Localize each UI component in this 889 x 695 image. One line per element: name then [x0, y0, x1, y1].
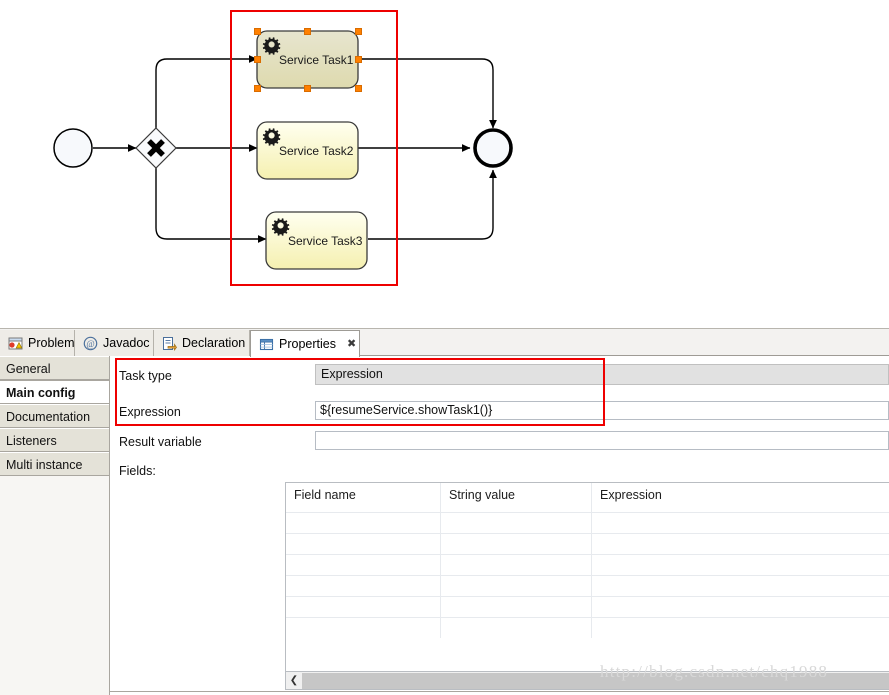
- tab-properties-label: Properties: [279, 337, 336, 351]
- cell-string-value[interactable]: [441, 576, 592, 596]
- result-variable-label: Result variable: [119, 435, 202, 449]
- bpmn-diagram-canvas[interactable]: Service Task1 Service Task2 Service Task…: [0, 0, 889, 325]
- table-row[interactable]: [286, 533, 889, 554]
- task-type-label: Task type: [119, 369, 172, 383]
- end-event-node: [473, 128, 513, 168]
- tab-declaration-label: Declaration: [182, 336, 246, 350]
- table-row[interactable]: [286, 575, 889, 596]
- cell-expression[interactable]: [592, 534, 889, 554]
- sidebar-item-main-config-label: Main config: [6, 386, 76, 400]
- tab-javadoc[interactable]: @ Javadoc: [75, 330, 154, 356]
- sequence-flow-task3-to-end: [368, 169, 497, 240]
- selection-handle-s[interactable]: [304, 85, 311, 92]
- tab-declaration[interactable]: Declaration: [154, 330, 250, 356]
- selection-handle-sw[interactable]: [254, 85, 261, 92]
- sequence-flow-gateway-to-task3: [155, 168, 267, 243]
- cell-string-value[interactable]: [441, 534, 592, 554]
- task-type-combo[interactable]: Expression: [315, 364, 889, 385]
- sidebar-item-documentation-label: Documentation: [6, 410, 91, 424]
- service-task-2-node: [256, 121, 359, 180]
- application-window: Service Task1 Service Task2 Service Task…: [0, 0, 889, 695]
- cell-field-name[interactable]: [286, 576, 441, 596]
- expression-label: Expression: [119, 405, 181, 419]
- panel-bottom-divider: [110, 691, 889, 692]
- cell-expression[interactable]: [592, 597, 889, 617]
- cell-string-value[interactable]: [441, 513, 592, 533]
- cell-expression[interactable]: [592, 513, 889, 533]
- problems-icon: [8, 336, 23, 351]
- fields-table-header: Field name String value Expression: [286, 483, 889, 512]
- start-event-node: [53, 128, 93, 168]
- sidebar-item-multi-instance[interactable]: Multi instance: [0, 452, 109, 476]
- tab-javadoc-label: Javadoc: [103, 336, 150, 350]
- table-row[interactable]: [286, 617, 889, 638]
- sidebar-item-main-config[interactable]: Main config: [0, 380, 109, 404]
- table-row[interactable]: [286, 512, 889, 533]
- column-header-string-value[interactable]: String value: [441, 483, 592, 512]
- cell-expression[interactable]: [592, 618, 889, 638]
- selection-handle-ne[interactable]: [355, 28, 362, 35]
- javadoc-icon: @: [83, 336, 98, 351]
- sidebar-item-documentation[interactable]: Documentation: [0, 404, 109, 428]
- cell-field-name[interactable]: [286, 597, 441, 617]
- properties-icon: [259, 337, 274, 352]
- selection-handle-nw[interactable]: [254, 28, 261, 35]
- cell-expression[interactable]: [592, 555, 889, 575]
- bpmn-diagram-svg: [53, 30, 513, 270]
- sidebar-item-general[interactable]: General: [0, 356, 109, 380]
- close-icon[interactable]: ✖: [347, 338, 356, 350]
- fields-label: Fields:: [119, 464, 156, 478]
- selection-handle-n[interactable]: [304, 28, 311, 35]
- sidebar-item-general-label: General: [6, 362, 51, 376]
- cell-field-name[interactable]: [286, 534, 441, 554]
- fields-table[interactable]: Field name String value Expression: [285, 482, 889, 672]
- cell-string-value[interactable]: [441, 555, 592, 575]
- cell-field-name[interactable]: [286, 618, 441, 638]
- selection-handle-se[interactable]: [355, 85, 362, 92]
- view-tabbar: Problems @ Javadoc Declaration Propertie…: [0, 328, 889, 357]
- column-header-expression[interactable]: Expression: [592, 483, 889, 512]
- properties-category-list: General Main config Documentation Listen…: [0, 356, 110, 695]
- declaration-icon: [162, 336, 177, 351]
- scroll-left-icon[interactable]: ❮: [286, 672, 302, 689]
- tab-problems-label: Problems: [28, 336, 81, 350]
- table-row[interactable]: [286, 596, 889, 617]
- tab-properties[interactable]: Properties ✖: [250, 330, 360, 357]
- cell-field-name[interactable]: [286, 555, 441, 575]
- cell-expression[interactable]: [592, 576, 889, 596]
- fields-table-hscrollbar[interactable]: ❮: [285, 672, 889, 690]
- svg-text:@: @: [86, 339, 94, 349]
- sidebar-item-listeners-label: Listeners: [6, 434, 57, 448]
- exclusive-gateway-node: [135, 127, 177, 169]
- main-config-form: Task type Expression Expression ${resume…: [110, 356, 889, 695]
- tab-problems[interactable]: Problems: [0, 330, 81, 356]
- selection-handle-e[interactable]: [355, 56, 362, 63]
- expression-input[interactable]: ${resumeService.showTask1()}: [315, 401, 889, 420]
- sidebar-item-multi-instance-label: Multi instance: [6, 458, 83, 472]
- cell-string-value[interactable]: [441, 618, 592, 638]
- cell-field-name[interactable]: [286, 513, 441, 533]
- sidebar-item-listeners[interactable]: Listeners: [0, 428, 109, 452]
- scrollbar-thumb[interactable]: [302, 672, 889, 689]
- sequence-flow-gateway-to-task1: [155, 55, 258, 128]
- column-header-field-name[interactable]: Field name: [286, 483, 441, 512]
- properties-panel: General Main config Documentation Listen…: [0, 356, 889, 695]
- table-row[interactable]: [286, 554, 889, 575]
- result-variable-input[interactable]: [315, 431, 889, 450]
- sequence-flow-task1-to-end: [358, 58, 497, 129]
- selection-handle-w[interactable]: [254, 56, 261, 63]
- service-task-3-node: [265, 211, 368, 270]
- cell-string-value[interactable]: [441, 597, 592, 617]
- service-task-1-node: [256, 30, 359, 89]
